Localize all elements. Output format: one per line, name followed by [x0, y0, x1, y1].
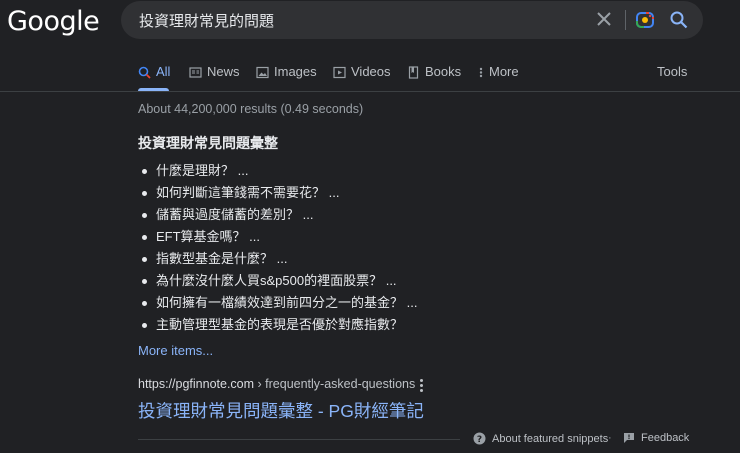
tab-books-label: Books	[425, 64, 462, 79]
list-item: 指數型基金是什麼？ ...	[138, 248, 417, 270]
list-item: 儲蓄與過度儲蓄的差別？ ...	[138, 204, 417, 226]
help-icon: ?	[473, 432, 486, 445]
list-item: 主動管理型基金的表現是否優於對應指數？	[138, 314, 417, 336]
video-icon	[333, 66, 346, 79]
search-bar[interactable]: 投資理財常見的問題	[121, 1, 703, 39]
feedback-link[interactable]: Feedback	[623, 432, 689, 444]
tab-all-label: All	[156, 64, 171, 79]
more-vert-icon-dot	[419, 378, 423, 382]
tab-news-label: News	[207, 64, 240, 79]
search-tabs: All News Images Videos Books More Tools	[0, 64, 740, 92]
tab-videos-label: Videos	[351, 64, 391, 79]
clear-search-button[interactable]	[593, 8, 615, 30]
google-lens-icon	[636, 12, 654, 28]
tab-images-label: Images	[274, 64, 317, 79]
search-icon	[670, 11, 688, 29]
tab-videos[interactable]: Videos	[333, 64, 391, 92]
tab-news[interactable]: News	[189, 64, 240, 92]
tab-more-label: More	[489, 64, 519, 79]
image-icon	[256, 66, 269, 79]
result-url-domain: https://pgfinnote.com	[138, 377, 255, 391]
google-logo[interactable]: Google	[7, 6, 100, 37]
tab-images[interactable]: Images	[256, 64, 317, 92]
result-stats: About 44,200,000 results (0.49 seconds)	[138, 102, 364, 116]
result-url[interactable]: https://pgfinnote.com › frequently-asked…	[138, 377, 415, 391]
tab-more[interactable]: More	[478, 64, 519, 92]
close-icon	[597, 12, 611, 26]
tools-label: Tools	[657, 64, 688, 79]
list-item: EFT算基金嗎？ ...	[138, 226, 417, 248]
featured-snippet-heading: 投資理財常見問題彙整	[138, 135, 278, 151]
featured-snippet-list: 什麼是理財？ ... 如何判斷這筆錢需不需要花？ ... 儲蓄與過度儲蓄的差別？…	[138, 160, 417, 336]
list-item: 什麼是理財？ ...	[138, 160, 417, 182]
result-title-link[interactable]: 投資理財常見問題彙整 - PG財經筆記	[138, 398, 424, 423]
list-item: 如何判斷這筆錢需不需要花？ ...	[138, 182, 417, 204]
list-item: 如何擁有一檔績效達到前四分之一的基金？ ...	[138, 292, 417, 314]
footer-separator: ·	[608, 432, 612, 444]
search-icon	[138, 66, 151, 79]
search-bar-divider	[625, 10, 626, 30]
search-input[interactable]: 投資理財常見的問題	[139, 10, 274, 31]
tab-books[interactable]: Books	[407, 64, 461, 92]
svg-text:?: ?	[477, 435, 482, 445]
book-icon	[408, 66, 419, 79]
search-button[interactable]	[669, 10, 689, 30]
feedback-icon	[624, 433, 634, 443]
result-options-button[interactable]	[414, 376, 428, 394]
news-icon	[189, 67, 202, 78]
about-featured-snippets-label: About featured snippets	[492, 432, 609, 445]
tab-all[interactable]: All	[138, 64, 170, 92]
about-featured-snippets-link[interactable]: ? About featured snippets	[473, 432, 608, 445]
more-items-link[interactable]: More items...	[138, 343, 213, 358]
search-by-image-button[interactable]	[635, 10, 655, 30]
more-vert-icon-dot	[419, 388, 423, 392]
result-divider	[138, 439, 460, 440]
tools-button[interactable]: Tools	[657, 64, 687, 92]
result-url-path: › frequently-asked-questions	[254, 377, 416, 391]
more-vert-icon	[479, 67, 483, 78]
feedback-label: Feedback	[641, 432, 690, 444]
list-item: 為什麼沒什麼人買s&p500的裡面股票？ ...	[138, 270, 417, 292]
tabs-divider	[0, 91, 740, 92]
more-vert-icon-dot	[419, 383, 423, 387]
